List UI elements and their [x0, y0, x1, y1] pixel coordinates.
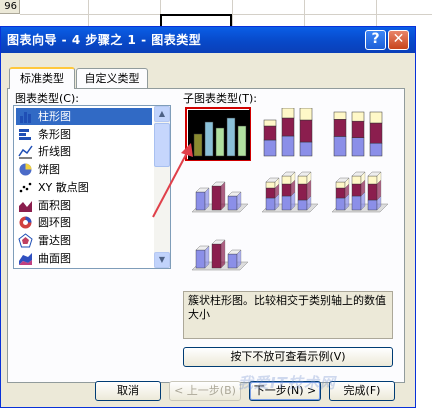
subtype-option[interactable] [255, 165, 321, 219]
surface-chart-icon [19, 252, 32, 265]
scatter-chart-icon [19, 182, 32, 193]
close-button[interactable]: ✕ [388, 30, 409, 50]
column-chart-icon [20, 112, 31, 123]
row-header: 96 [0, 0, 20, 14]
subtype-grid [183, 105, 393, 291]
preview-button[interactable]: 按下不放可查看示例(V) [183, 347, 393, 367]
grid-line [232, 0, 233, 26]
chart-type-item-label: 折线图 [38, 145, 71, 159]
stacked-column-icon [263, 108, 313, 157]
3d-stacked-column-icon [261, 171, 318, 213]
watermark: 我爱IT技术网 [238, 374, 336, 392]
chart-type-item[interactable]: 折线图 [16, 143, 152, 160]
grid-line [304, 0, 305, 26]
subtype-label: 子图表类型(T): [183, 92, 258, 105]
chart-type-item-label: 饼图 [38, 163, 60, 177]
finish-button[interactable]: 完成(F) [329, 381, 395, 401]
window-title: 图表向导 - 4 步骤之 1 - 图表类型 [7, 33, 202, 47]
scroll-up-button[interactable]: ▲ [154, 106, 170, 122]
chart-type-item-label: 雷达图 [38, 233, 71, 247]
subtype-option[interactable] [255, 107, 321, 161]
pie-chart-icon [19, 163, 32, 176]
chart-type-item[interactable]: 雷达图 [16, 232, 152, 249]
3d-percent-stacked-column-icon [331, 171, 388, 213]
chart-type-item[interactable]: XY 散点图 [16, 179, 152, 196]
area-chart-icon [19, 200, 32, 212]
doughnut-chart-icon [19, 216, 32, 229]
chart-type-item[interactable]: 饼图 [16, 161, 152, 178]
subtype-option[interactable] [325, 165, 391, 219]
subtype-option[interactable] [325, 107, 391, 161]
chart-type-label: 图表类型(C): [15, 92, 79, 105]
chart-type-item-label: 圆环图 [38, 216, 71, 230]
chart-type-item[interactable]: 柱形图 [16, 108, 152, 125]
line-chart-icon [18, 145, 33, 159]
back-button[interactable]: < 上一步(B) [169, 381, 241, 401]
chart-type-item-label: XY 散点图 [38, 180, 89, 194]
grid-line [376, 0, 377, 26]
chart-type-item-label: 柱形图 [38, 110, 71, 123]
chart-type-item-label: 面积图 [38, 198, 71, 212]
help-icon: ? [371, 31, 380, 47]
tab-custom-types[interactable]: 自定义类型 [76, 68, 148, 89]
spreadsheet-background: 96 [0, 0, 432, 26]
chart-type-item[interactable]: 条形图 [16, 126, 152, 143]
scroll-down-button[interactable]: ▼ [154, 252, 170, 268]
subtype-description: 簇状柱形图。比较相交于类别轴上的数值大小 [183, 291, 393, 339]
tab-standard-types[interactable]: 标准类型 [9, 67, 75, 89]
help-button[interactable]: ? [365, 30, 386, 50]
bar-chart-icon [19, 128, 31, 140]
chart-wizard-dialog: 图表向导 - 4 步骤之 1 - 图表类型 ? ✕ 标准类型 自定义类型 图表类… [0, 26, 416, 408]
title-bar: 图表向导 - 4 步骤之 1 - 图表类型 [1, 27, 415, 53]
chart-type-item-label: 曲面图 [38, 251, 71, 265]
active-cell[interactable] [160, 14, 232, 26]
percent-stacked-column-icon [333, 111, 383, 157]
annotation-arrow [152, 143, 193, 218]
chart-type-item[interactable]: 圆环图 [16, 214, 152, 231]
close-icon: ✕ [392, 31, 405, 47]
chart-type-item[interactable]: 面积图 [16, 197, 152, 214]
chart-type-item-label: 条形图 [38, 127, 71, 141]
radar-chart-icon [18, 233, 33, 248]
grid-line [88, 0, 89, 26]
cancel-button[interactable]: 取消 [95, 381, 161, 401]
chart-type-item[interactable]: 曲面图 [16, 250, 152, 267]
